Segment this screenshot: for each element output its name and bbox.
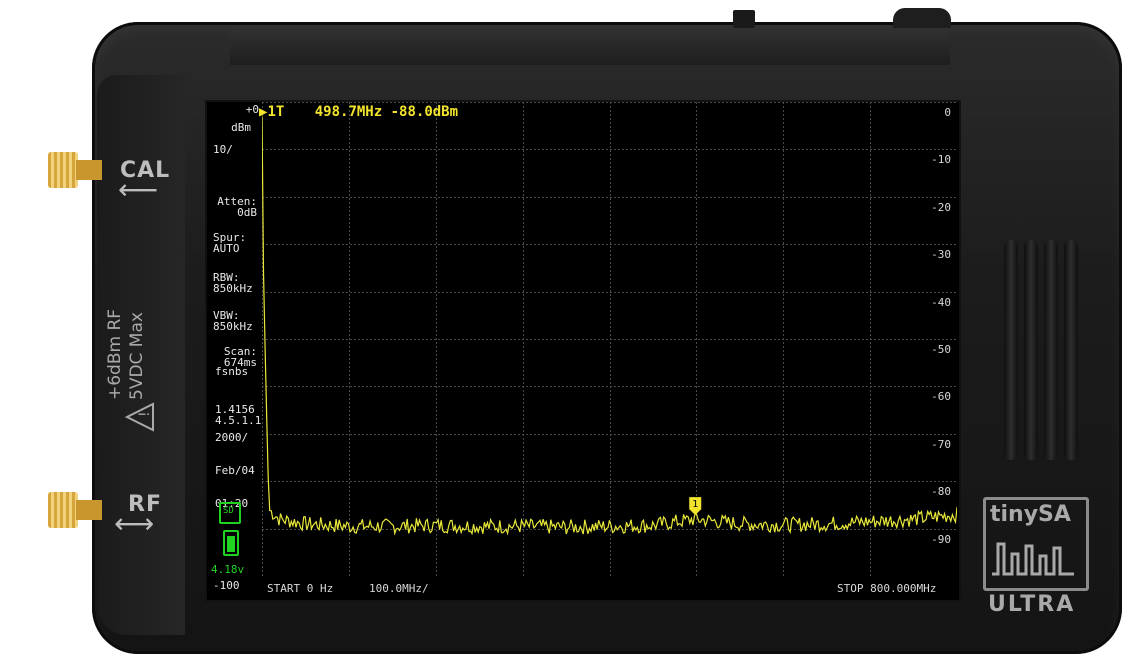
y-axis-tick-label: -50 — [931, 343, 951, 356]
bottom-level: -100 — [213, 579, 240, 592]
y-axis-tick-label: -70 — [931, 438, 951, 451]
display-screen[interactable]: +0 dBm 10/ Atten: 0dB Spur: AUTO RBW: 850kH… — [205, 100, 961, 602]
spectrum-trace — [262, 116, 957, 536]
y-axis-tick-label: -80 — [931, 485, 951, 498]
jog-wheel[interactable] — [893, 8, 951, 28]
rf-arrow-icon: ⟷ — [114, 507, 155, 540]
rf-connector — [40, 492, 102, 528]
side-grip — [1000, 240, 1082, 460]
stop-frequency[interactable]: STOP 800.000MHz — [837, 582, 936, 595]
battery-icon — [223, 530, 239, 556]
ref-level[interactable]: +0 — [225, 104, 259, 115]
y-axis-tick-label: -30 — [931, 248, 951, 261]
port-rating-text: +6dBm RF 5VDC Max — [105, 308, 147, 400]
marker-readout[interactable]: ▶1T 498.7MHz -88.0dBm — [259, 104, 458, 120]
warning-icon: ! — [124, 402, 154, 432]
marker-id: 1T — [267, 104, 285, 120]
sd-card-icon: SD — [219, 502, 241, 524]
marker-flag[interactable]: 1 — [689, 497, 702, 516]
power-switch[interactable] — [733, 10, 755, 28]
y-axis-tick-label: -10 — [931, 153, 951, 166]
per-division[interactable]: 100.0MHz/ — [369, 582, 429, 595]
scan-label[interactable]: Scan: 674ms — [213, 324, 257, 390]
cal-arrow-icon: ⟵ — [118, 173, 159, 206]
scale-label[interactable]: 10/ — [213, 144, 233, 155]
y-axis-tick-label: -20 — [931, 201, 951, 214]
battery-voltage: 4.18v — [211, 563, 245, 576]
marker-frequency: 498.7MHz — [314, 104, 383, 120]
unit-label: dBm — [231, 121, 251, 134]
marker-level: -88.0dBm — [390, 104, 459, 120]
spectrum-plot[interactable]: 1 — [262, 102, 957, 576]
start-frequency[interactable]: START 0 Hz — [267, 582, 333, 595]
y-axis-tick-label: -90 — [931, 533, 951, 546]
device-top-bezel — [230, 25, 950, 65]
svg-text:!: ! — [137, 411, 153, 417]
y-axis-tick-label: 0 — [944, 106, 951, 119]
y-axis-tick-label: -40 — [931, 296, 951, 309]
mode-label: fsnbs — [215, 365, 249, 378]
svg-text:1: 1 — [692, 499, 698, 510]
cal-connector — [40, 152, 102, 188]
logo-sub: ULTRA — [988, 592, 1076, 617]
y-axis-tick-label: -60 — [931, 390, 951, 403]
logo-bars-icon — [992, 542, 1074, 576]
logo-name: tinySA — [990, 502, 1071, 527]
